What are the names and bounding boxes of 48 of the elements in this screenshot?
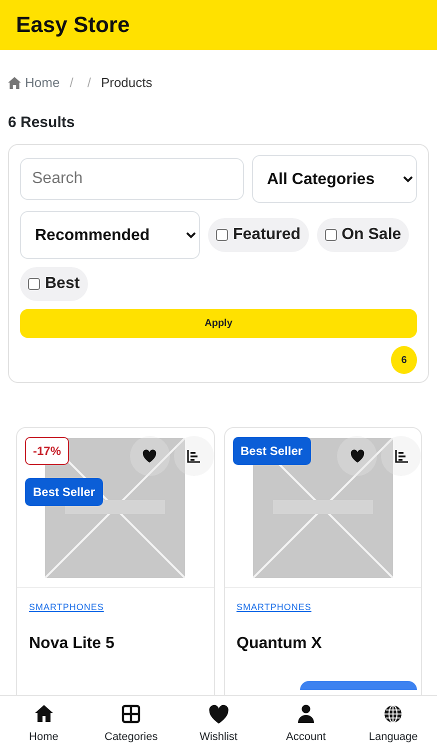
filter-toggle[interactable]: On Sale	[316, 218, 410, 252]
checkbox-label: On Sale	[342, 225, 402, 245]
breadcrumb-separator: /	[87, 74, 91, 92]
nav-item[interactable]: Categories	[87, 696, 175, 751]
category-link[interactable]: SMARTPHONES	[236, 601, 312, 614]
sort-select[interactable]: Recommended	[20, 211, 200, 259]
home-icon	[8, 77, 21, 89]
person-icon	[296, 704, 316, 724]
nav-item[interactable]: Home	[0, 696, 88, 751]
checkbox[interactable]	[324, 229, 337, 241]
nav-item[interactable]: Account	[262, 696, 350, 751]
breadcrumb-separator: /	[70, 74, 74, 92]
checkbox-label: Best	[45, 274, 80, 294]
heart-icon	[142, 449, 157, 463]
checkbox-label: Featured	[233, 225, 301, 245]
add-to-cart-button[interactable]	[300, 681, 417, 690]
checkbox[interactable]	[28, 278, 40, 290]
discount-badge: -17%	[25, 437, 70, 465]
wishlist-button[interactable]	[130, 436, 170, 476]
nav-item[interactable]: Language	[350, 696, 437, 751]
home-icon	[34, 704, 54, 724]
globe-icon	[383, 704, 404, 724]
breadcrumb-link[interactable]: Home	[8, 73, 60, 93]
breadcrumb-current: Products	[100, 74, 152, 92]
filter-toggle[interactable]: Best	[20, 267, 88, 301]
nav-item[interactable]: Wishlist	[174, 696, 262, 751]
compare-button[interactable]	[381, 436, 421, 476]
search-field[interactable]: Search	[20, 158, 244, 200]
heart-icon	[208, 704, 229, 724]
category-select[interactable]: All Categories	[252, 155, 417, 203]
bar-chart-icon	[187, 450, 200, 462]
bar-chart-icon	[394, 450, 408, 462]
grid-icon	[121, 704, 142, 724]
category-link[interactable]: SMARTPHONES	[29, 601, 104, 614]
best-seller-badge: Best Seller	[232, 437, 311, 465]
checkbox[interactable]	[216, 229, 228, 241]
apply-button[interactable]: Apply	[20, 309, 417, 338]
breadcrumb-text: Home	[25, 74, 60, 92]
compare-button[interactable]	[174, 436, 214, 476]
product-name: Quantum X	[236, 634, 323, 654]
heart-icon	[350, 449, 364, 463]
result-count: 6	[391, 346, 417, 374]
store-title: Easy Store	[16, 12, 130, 38]
wishlist-button[interactable]	[337, 436, 377, 476]
filter-toggle[interactable]: Featured	[208, 218, 309, 252]
best-seller-badge: Best Seller	[25, 478, 104, 506]
product-name: Nova Lite 5	[29, 634, 116, 654]
results-title: 6 Results	[8, 114, 76, 132]
